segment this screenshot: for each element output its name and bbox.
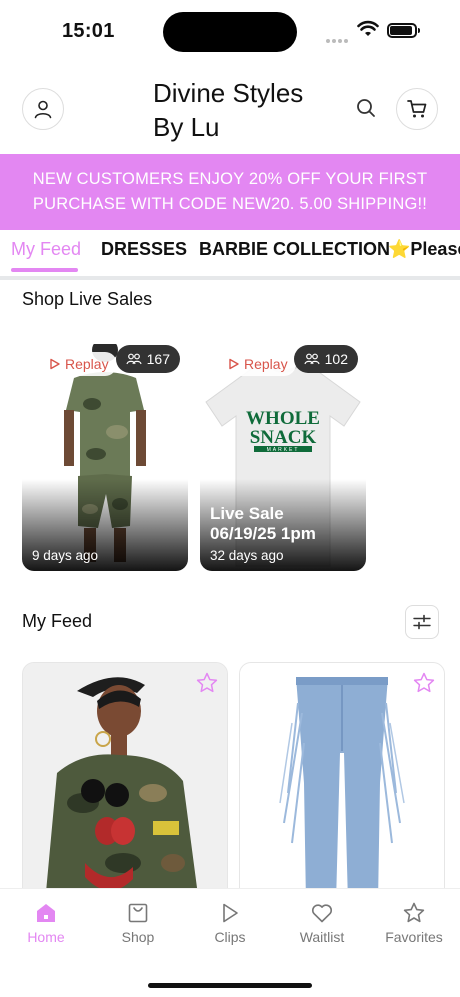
wifi-icon xyxy=(357,20,379,36)
nav-clips[interactable]: Clips xyxy=(184,901,276,945)
sale-age: 9 days ago xyxy=(32,548,99,563)
nav-clips-label: Clips xyxy=(214,929,246,945)
nav-favorites-label: Favorites xyxy=(385,929,443,945)
replay-badge: Replay xyxy=(220,352,296,376)
nav-home-label: Home xyxy=(27,929,65,945)
viewer-count: 102 xyxy=(324,351,348,367)
tab-dresses[interactable]: DRESSES xyxy=(101,239,187,260)
sale-title-line1: Live Sale xyxy=(210,504,284,523)
viewer-count-badge: 102 xyxy=(293,345,358,373)
tab-barbie-collection[interactable]: BARBIE COLLECTION xyxy=(199,239,390,260)
tee-print-line3: MARKET xyxy=(267,447,300,453)
store-name-line2: By Lu xyxy=(153,112,220,142)
app-header: Divine Styles By Lu xyxy=(0,62,460,154)
viewers-icon xyxy=(126,353,142,365)
battery-icon xyxy=(387,23,420,38)
play-icon xyxy=(223,903,238,923)
status-time: 15:01 xyxy=(62,20,115,42)
feed-product-card[interactable] xyxy=(22,662,228,902)
signal-dots-icon xyxy=(326,30,352,43)
store-name: Divine Styles By Lu xyxy=(153,76,333,144)
favorite-star-icon[interactable] xyxy=(412,671,436,695)
active-tab-indicator xyxy=(11,268,78,272)
filter-button[interactable] xyxy=(405,605,439,639)
status-bar: 15:01 xyxy=(0,0,460,62)
nav-home[interactable]: Home xyxy=(0,901,92,945)
live-sale-card[interactable]: WHOLE SNACK MARKET Replay 102 Live Sale … xyxy=(200,344,366,571)
live-sales-heading: Shop Live Sales xyxy=(22,289,153,309)
camo-jacket-model-image xyxy=(23,663,227,901)
bottom-navigation: Home Shop Clips Waitlist Favorites xyxy=(0,888,460,997)
viewers-icon xyxy=(304,353,320,365)
nav-shop[interactable]: Shop xyxy=(92,901,184,945)
sale-title: Live Sale 06/19/25 1pm xyxy=(210,504,316,544)
search-icon[interactable] xyxy=(354,96,378,120)
fringe-jeans-image xyxy=(240,663,444,901)
play-icon xyxy=(229,358,239,370)
replay-badge: Replay xyxy=(41,352,117,376)
viewer-count: 167 xyxy=(146,351,170,367)
cart-icon xyxy=(407,100,427,118)
cart-button[interactable] xyxy=(396,88,438,130)
nav-waitlist-label: Waitlist xyxy=(299,929,345,945)
home-indicator[interactable] xyxy=(148,983,312,988)
sale-age: 32 days ago xyxy=(210,548,284,563)
tee-print-line2: SNACK xyxy=(250,427,317,448)
replay-label: Replay xyxy=(65,356,109,372)
tab-please[interactable]: ⭐Please xyxy=(388,239,460,260)
nav-shop-label: Shop xyxy=(121,929,155,945)
sale-title-line2: 06/19/25 1pm xyxy=(210,524,316,543)
store-name-line1: Divine Styles xyxy=(153,78,304,108)
category-tabs: My Feed DRESSES BARBIE COLLECTION ⭐Pleas… xyxy=(0,230,460,280)
favorite-star-icon[interactable] xyxy=(195,671,219,695)
replay-label: Replay xyxy=(244,356,288,372)
star-icon xyxy=(403,902,425,923)
bag-icon xyxy=(128,903,148,923)
home-icon xyxy=(37,904,55,922)
tab-my-feed[interactable]: My Feed xyxy=(11,239,81,260)
promo-text: NEW CUSTOMERS ENJOY 20% OFF YOUR FIRST P… xyxy=(32,170,428,213)
heart-icon xyxy=(311,904,333,923)
play-icon xyxy=(50,358,60,370)
nav-waitlist[interactable]: Waitlist xyxy=(276,901,368,945)
live-sale-card[interactable]: Replay 167 9 days ago xyxy=(22,344,188,571)
account-button[interactable] xyxy=(22,88,64,130)
dynamic-island xyxy=(163,12,297,52)
tee-print-line1: WHOLE xyxy=(246,408,320,429)
my-feed-heading: My Feed xyxy=(22,611,93,631)
viewer-count-badge: 167 xyxy=(115,345,180,373)
nav-favorites[interactable]: Favorites xyxy=(368,901,460,945)
feed-product-card[interactable] xyxy=(239,662,445,902)
sliders-icon xyxy=(413,614,431,630)
user-icon xyxy=(34,100,52,119)
promo-banner[interactable]: NEW CUSTOMERS ENJOY 20% OFF YOUR FIRST P… xyxy=(0,154,460,230)
